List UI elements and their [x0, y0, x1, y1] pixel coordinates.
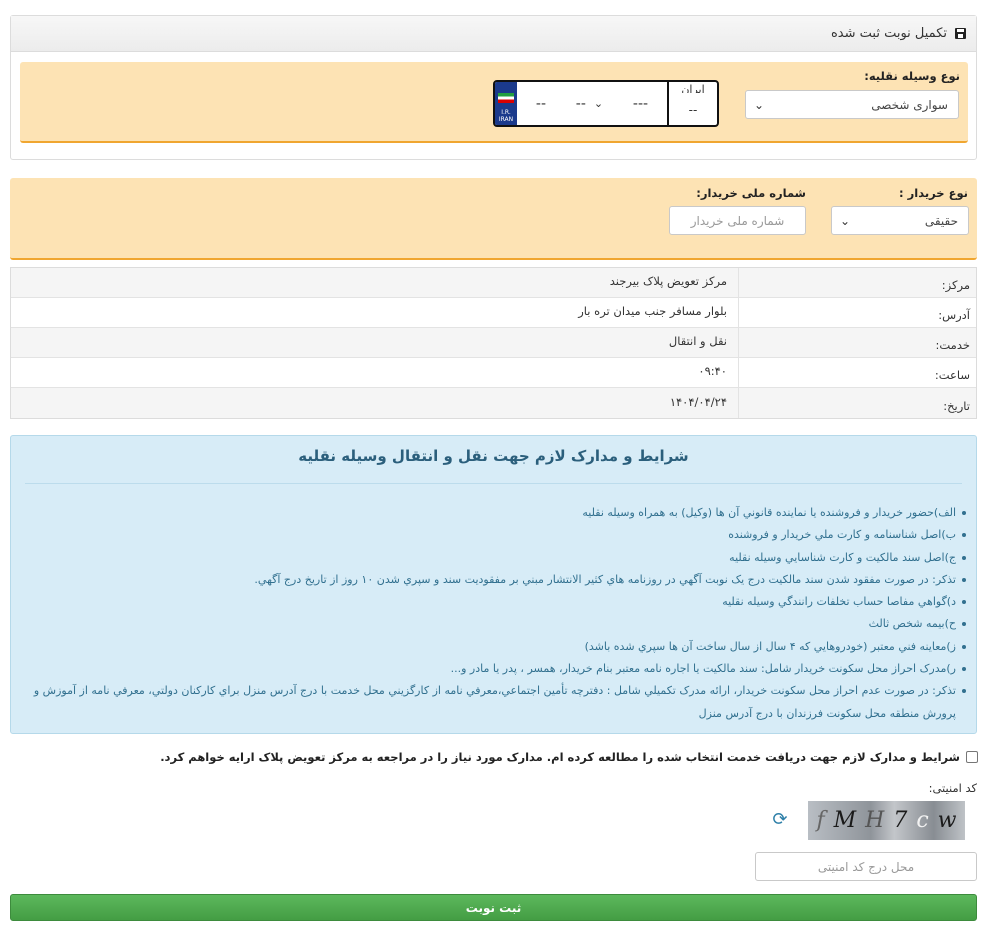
agree-text: شرایط و مدارک لازم جهت دریافت خدمت انتخا… [160, 750, 960, 764]
list-item: تذکر: در صورت عدم احراز محل سکونت خريدار… [21, 680, 966, 725]
save-icon [955, 28, 966, 39]
list-item: ز)معاينه فني معتبر (خودروهايي که ۴ سال ا… [21, 636, 966, 658]
license-plate-input: I.R. IRAN -- -- ⌄ --- ایران -- [493, 80, 719, 127]
list-item: ج)اصل سند مالکيت و کارت شناسايي وسيله نق… [21, 547, 966, 569]
table-row: ساعت: ۰۹:۴۰ [11, 358, 976, 388]
captcha-char: M [833, 808, 857, 833]
chevron-down-icon: ⌄ [840, 213, 851, 228]
flag-text-ir: I.R. [501, 109, 511, 116]
national-id-label: شماره ملی خریدار: [696, 186, 806, 200]
info-value: نقل و انتقال [668, 334, 727, 348]
list-item: تذکر: در صورت مفقود شدن سند مالکيت درج ي… [21, 569, 966, 591]
submit-button[interactable]: ثبت نوبت [10, 894, 977, 921]
info-value: بلوار مسافر جنب میدان تره بار [578, 304, 727, 318]
flag-text-iran: IRAN [498, 116, 514, 123]
captcha-char: w [937, 808, 957, 833]
terms-box: شرایط و مدارک لازم جهت نقل و انتقال وسیل… [10, 435, 977, 734]
info-value: مرکز تعویض پلاک بیرجند [609, 274, 727, 288]
info-key: خدمت: [738, 328, 976, 357]
table-row: تاریخ: ۱۴۰۴/۰۴/۲۴ [11, 388, 976, 418]
agree-checkbox[interactable] [966, 751, 978, 763]
list-item: الف)حضور خريدار و فروشنده يا نماينده قان… [21, 502, 966, 524]
captcha-char: H [865, 808, 885, 833]
captcha-char: 7 [893, 808, 908, 833]
plate-iran-label: ایران [681, 84, 705, 93]
chevron-down-icon: ⌄ [754, 97, 765, 112]
plate-part1-input[interactable]: -- [536, 96, 546, 112]
national-id-input[interactable]: شماره ملی خریدار [669, 206, 806, 235]
buyer-type-value: حقیقی [924, 213, 958, 228]
info-key: آدرس: [738, 298, 976, 327]
info-value: ۱۴۰۴/۰۴/۲۴ [669, 394, 727, 409]
captcha-image: f M H 7 c w [808, 801, 965, 840]
list-item: د)گواهي مفاصا حساب تخلفات رانندگي وسيله … [21, 591, 966, 613]
terms-list: الف)حضور خريدار و فروشنده يا نماينده قان… [21, 502, 966, 725]
vehicle-type-value: سواری شخصی [871, 97, 948, 112]
captcha-label: کد امنیتی: [928, 781, 977, 795]
agree-row: شرایط و مدارک لازم جهت دریافت خدمت انتخا… [160, 750, 978, 764]
table-row: آدرس: بلوار مسافر جنب میدان تره بار [11, 298, 976, 328]
terms-title: شرایط و مدارک لازم جهت نقل و انتقال وسیل… [298, 447, 689, 465]
info-key: تاریخ: [738, 388, 976, 418]
table-row: خدمت: نقل و انتقال [11, 328, 976, 358]
refresh-icon[interactable]: ⟳ [771, 811, 789, 829]
info-key: مرکز: [738, 268, 976, 297]
panel-header: تکمیل نوبت ثبت شده [11, 16, 976, 52]
appointment-info-table: مرکز: مرکز تعویض پلاک بیرجند آدرس: بلوار… [10, 267, 977, 419]
list-item: ر)مدرک احراز محل سکونت خريدار شامل: سند … [21, 658, 966, 680]
info-key: ساعت: [738, 358, 976, 387]
plate-letter-select[interactable]: -- ⌄ [576, 96, 603, 112]
flag-icon [498, 93, 514, 103]
info-value: ۰۹:۴۰ [698, 364, 727, 378]
panel-title: تکمیل نوبت ثبت شده [830, 26, 947, 41]
table-row: مرکز: مرکز تعویض پلاک بیرجند [11, 268, 976, 298]
plate-main-digits: -- -- ⌄ --- [517, 82, 667, 125]
captcha-char: f [816, 808, 825, 833]
captcha-char: c [916, 808, 929, 833]
iran-flag-strip: I.R. IRAN [495, 82, 517, 125]
buyer-type-label: نوع خریدار : [899, 186, 968, 200]
vehicle-type-label: نوع وسیله نقلیه: [864, 69, 960, 83]
plate-iran-code-input[interactable]: -- [689, 103, 698, 117]
plate-part3-input[interactable]: --- [633, 96, 648, 112]
terms-divider [25, 483, 962, 484]
buyer-type-select[interactable]: حقیقی ⌄ [831, 206, 969, 235]
chevron-down-icon: ⌄ [593, 97, 604, 110]
captcha-input[interactable]: محل درج کد امنیتی [755, 852, 977, 881]
list-item: ب)اصل شناسنامه و کارت ملي خريدار و فروشن… [21, 524, 966, 546]
plate-iran-section: ایران -- [669, 82, 717, 125]
list-item: ح)بیمه شخص ثالث [21, 613, 966, 635]
vehicle-type-select[interactable]: سواری شخصی ⌄ [745, 90, 959, 119]
